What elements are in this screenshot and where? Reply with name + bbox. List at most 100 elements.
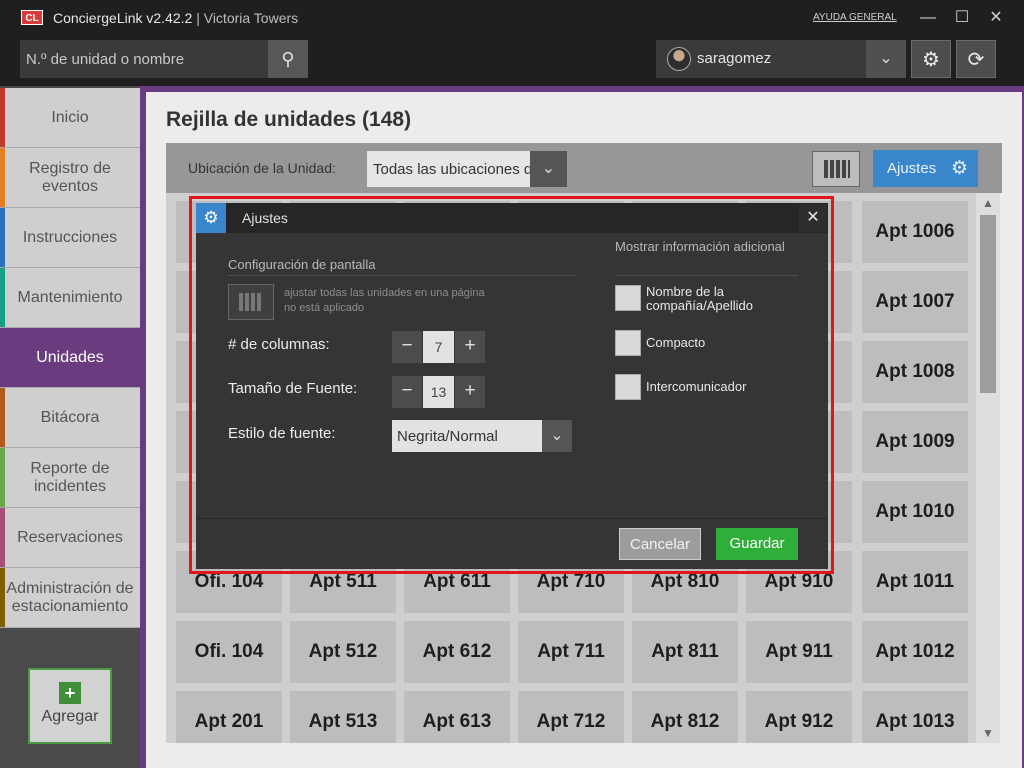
scroll-up-icon[interactable]: ▲ — [976, 193, 1000, 213]
scroll-thumb[interactable] — [980, 215, 996, 393]
sidebar: Inicio Registro de eventos Instrucciones… — [0, 86, 156, 768]
add-button[interactable]: + Agregar — [28, 668, 112, 744]
unit-tile[interactable]: Apt 1007 — [862, 271, 968, 333]
unit-tile[interactable]: Apt 1013 — [862, 691, 968, 743]
sidebar-stripe — [0, 148, 5, 207]
sidebar-item-estacionamiento[interactable]: Administración de estacionamiento — [0, 568, 140, 628]
columns-decrement-button[interactable]: − — [392, 331, 422, 363]
display-config-title: Configuración de pantalla — [228, 257, 376, 272]
search-icon: ⚲ — [281, 49, 295, 69]
unit-tile[interactable]: Apt 1008 — [862, 341, 968, 403]
minus-icon: − — [401, 335, 413, 356]
additional-info-title: Mostrar información adicional — [615, 239, 785, 254]
maximize-button[interactable]: ☐ — [950, 6, 974, 30]
grid-icon — [824, 160, 850, 178]
sidebar-item-inicio[interactable]: Inicio — [0, 88, 140, 148]
unit-tile[interactable]: Apt 1012 — [862, 621, 968, 683]
unit-tile[interactable]: Apt 712 — [518, 691, 624, 743]
sidebar-item-instrucciones[interactable]: Instrucciones — [0, 208, 140, 268]
fit-page-button[interactable] — [228, 284, 274, 320]
checkbox-intercom[interactable] — [615, 374, 641, 400]
sidebar-item-label: Reporte de incidentes — [30, 459, 110, 495]
search-button[interactable]: ⚲ — [268, 40, 308, 78]
search-input[interactable] — [20, 40, 268, 78]
fit-page-line1: ajustar todas las unidades en una página — [284, 287, 485, 299]
sidebar-item-reporte[interactable]: Reporte de incidentes — [0, 448, 140, 508]
font-style-select[interactable]: Negrita/Normal — [392, 420, 542, 452]
fit-grid-button[interactable] — [812, 151, 860, 187]
unit-tile[interactable]: Ofi. 104 — [176, 621, 282, 683]
settings-open-button[interactable]: Ajustes ⚙ — [873, 150, 978, 187]
cancel-button[interactable]: Cancelar — [619, 528, 701, 560]
unit-tile[interactable]: Apt 512 — [290, 621, 396, 683]
checkbox-company[interactable] — [615, 285, 641, 311]
unit-tile[interactable]: Apt 711 — [518, 621, 624, 683]
sidebar-item-bitacora[interactable]: Bitácora — [0, 388, 140, 448]
unit-tile[interactable]: Apt 811 — [632, 621, 738, 683]
minus-icon: − — [401, 380, 413, 401]
checkbox-intercom-label: Intercomunicador — [646, 379, 747, 394]
save-button[interactable]: Guardar — [716, 528, 798, 560]
font-size-label: Tamaño de Fuente: — [228, 380, 358, 397]
unit-tile[interactable]: Apt 612 — [404, 621, 510, 683]
unit-tile[interactable]: Apt 201 — [176, 691, 282, 743]
checkbox-compact[interactable] — [615, 330, 641, 356]
user-selector[interactable]: saragomez — [656, 40, 866, 78]
sidebar-stripe — [0, 88, 5, 147]
sidebar-stripe — [0, 268, 5, 327]
sidebar-stripe — [0, 508, 5, 567]
sidebar-item-registro[interactable]: Registro de eventos — [0, 148, 140, 208]
gear-icon: ⚙ — [950, 158, 968, 179]
title-bar: CL ConciergeLink v2.42.2 | Victoria Towe… — [0, 0, 1024, 36]
sidebar-item-mantenimiento[interactable]: Mantenimiento — [0, 268, 140, 328]
location-dropdown-button[interactable]: ⌄ — [530, 151, 567, 187]
app-title: ConciergeLink v2.42.2 | Victoria Towers — [53, 10, 298, 26]
modal-header — [196, 203, 828, 233]
app-logo: CL — [21, 10, 43, 25]
unit-tile[interactable]: Apt 812 — [632, 691, 738, 743]
sidebar-item-unidades[interactable]: Unidades — [0, 328, 156, 388]
font-size-increment-button[interactable]: + — [455, 376, 485, 408]
sidebar-item-label: Unidades — [36, 348, 104, 366]
help-link[interactable]: AYUDA GENERAL — [813, 12, 897, 23]
unit-tile[interactable]: Apt 911 — [746, 621, 852, 683]
sidebar-item-label: Inicio — [51, 108, 89, 126]
font-style-label: Estilo de fuente: — [228, 425, 336, 442]
location-label: Ubicación de la Unidad: — [188, 160, 336, 176]
sidebar-stripe — [0, 208, 5, 267]
page-title: Rejilla de unidades (148) — [166, 108, 412, 131]
unit-tile[interactable]: Apt 613 — [404, 691, 510, 743]
unit-tile[interactable]: Apt 513 — [290, 691, 396, 743]
app-name: ConciergeLink v2.42.2 — [53, 10, 193, 26]
user-dropdown-button[interactable]: ⌄ — [866, 40, 906, 78]
fit-page-line2: no está aplicado — [284, 302, 365, 314]
unit-tile[interactable]: Apt 912 — [746, 691, 852, 743]
scroll-down-icon[interactable]: ▼ — [976, 723, 1000, 743]
font-size-value[interactable]: 13 — [423, 376, 454, 408]
unit-tile[interactable]: Apt 1006 — [862, 201, 968, 263]
plus-icon: + — [464, 380, 476, 401]
minimize-button[interactable]: — — [916, 6, 940, 30]
columns-increment-button[interactable]: + — [455, 331, 485, 363]
close-window-button[interactable]: ✕ — [984, 6, 1008, 30]
title-separator: | — [192, 10, 204, 26]
plus-icon: + — [464, 335, 476, 356]
sidebar-item-label: Mantenimiento — [17, 288, 123, 306]
plus-icon: + — [59, 682, 81, 704]
font-style-dropdown-button[interactable]: ⌄ — [542, 420, 572, 452]
unit-tile[interactable]: Apt 1009 — [862, 411, 968, 473]
fit-page-text: ajustar todas las unidades en una página… — [284, 286, 485, 316]
add-button-label: Agregar — [41, 708, 99, 725]
sidebar-item-label: Registro de eventos — [29, 159, 111, 195]
columns-value[interactable]: 7 — [423, 331, 454, 363]
unit-tile[interactable]: Apt 1011 — [862, 551, 968, 613]
chevron-down-icon: ⌄ — [541, 160, 556, 177]
modal-close-button[interactable]: ✕ — [799, 204, 827, 232]
divider — [228, 275, 576, 276]
refresh-button[interactable]: ⟳ — [956, 40, 996, 78]
sidebar-item-reservaciones[interactable]: Reservaciones — [0, 508, 140, 568]
gear-icon: ⚙ — [922, 49, 940, 71]
settings-button[interactable]: ⚙ — [911, 40, 951, 78]
unit-tile[interactable]: Apt 1010 — [862, 481, 968, 543]
font-size-decrement-button[interactable]: − — [392, 376, 422, 408]
